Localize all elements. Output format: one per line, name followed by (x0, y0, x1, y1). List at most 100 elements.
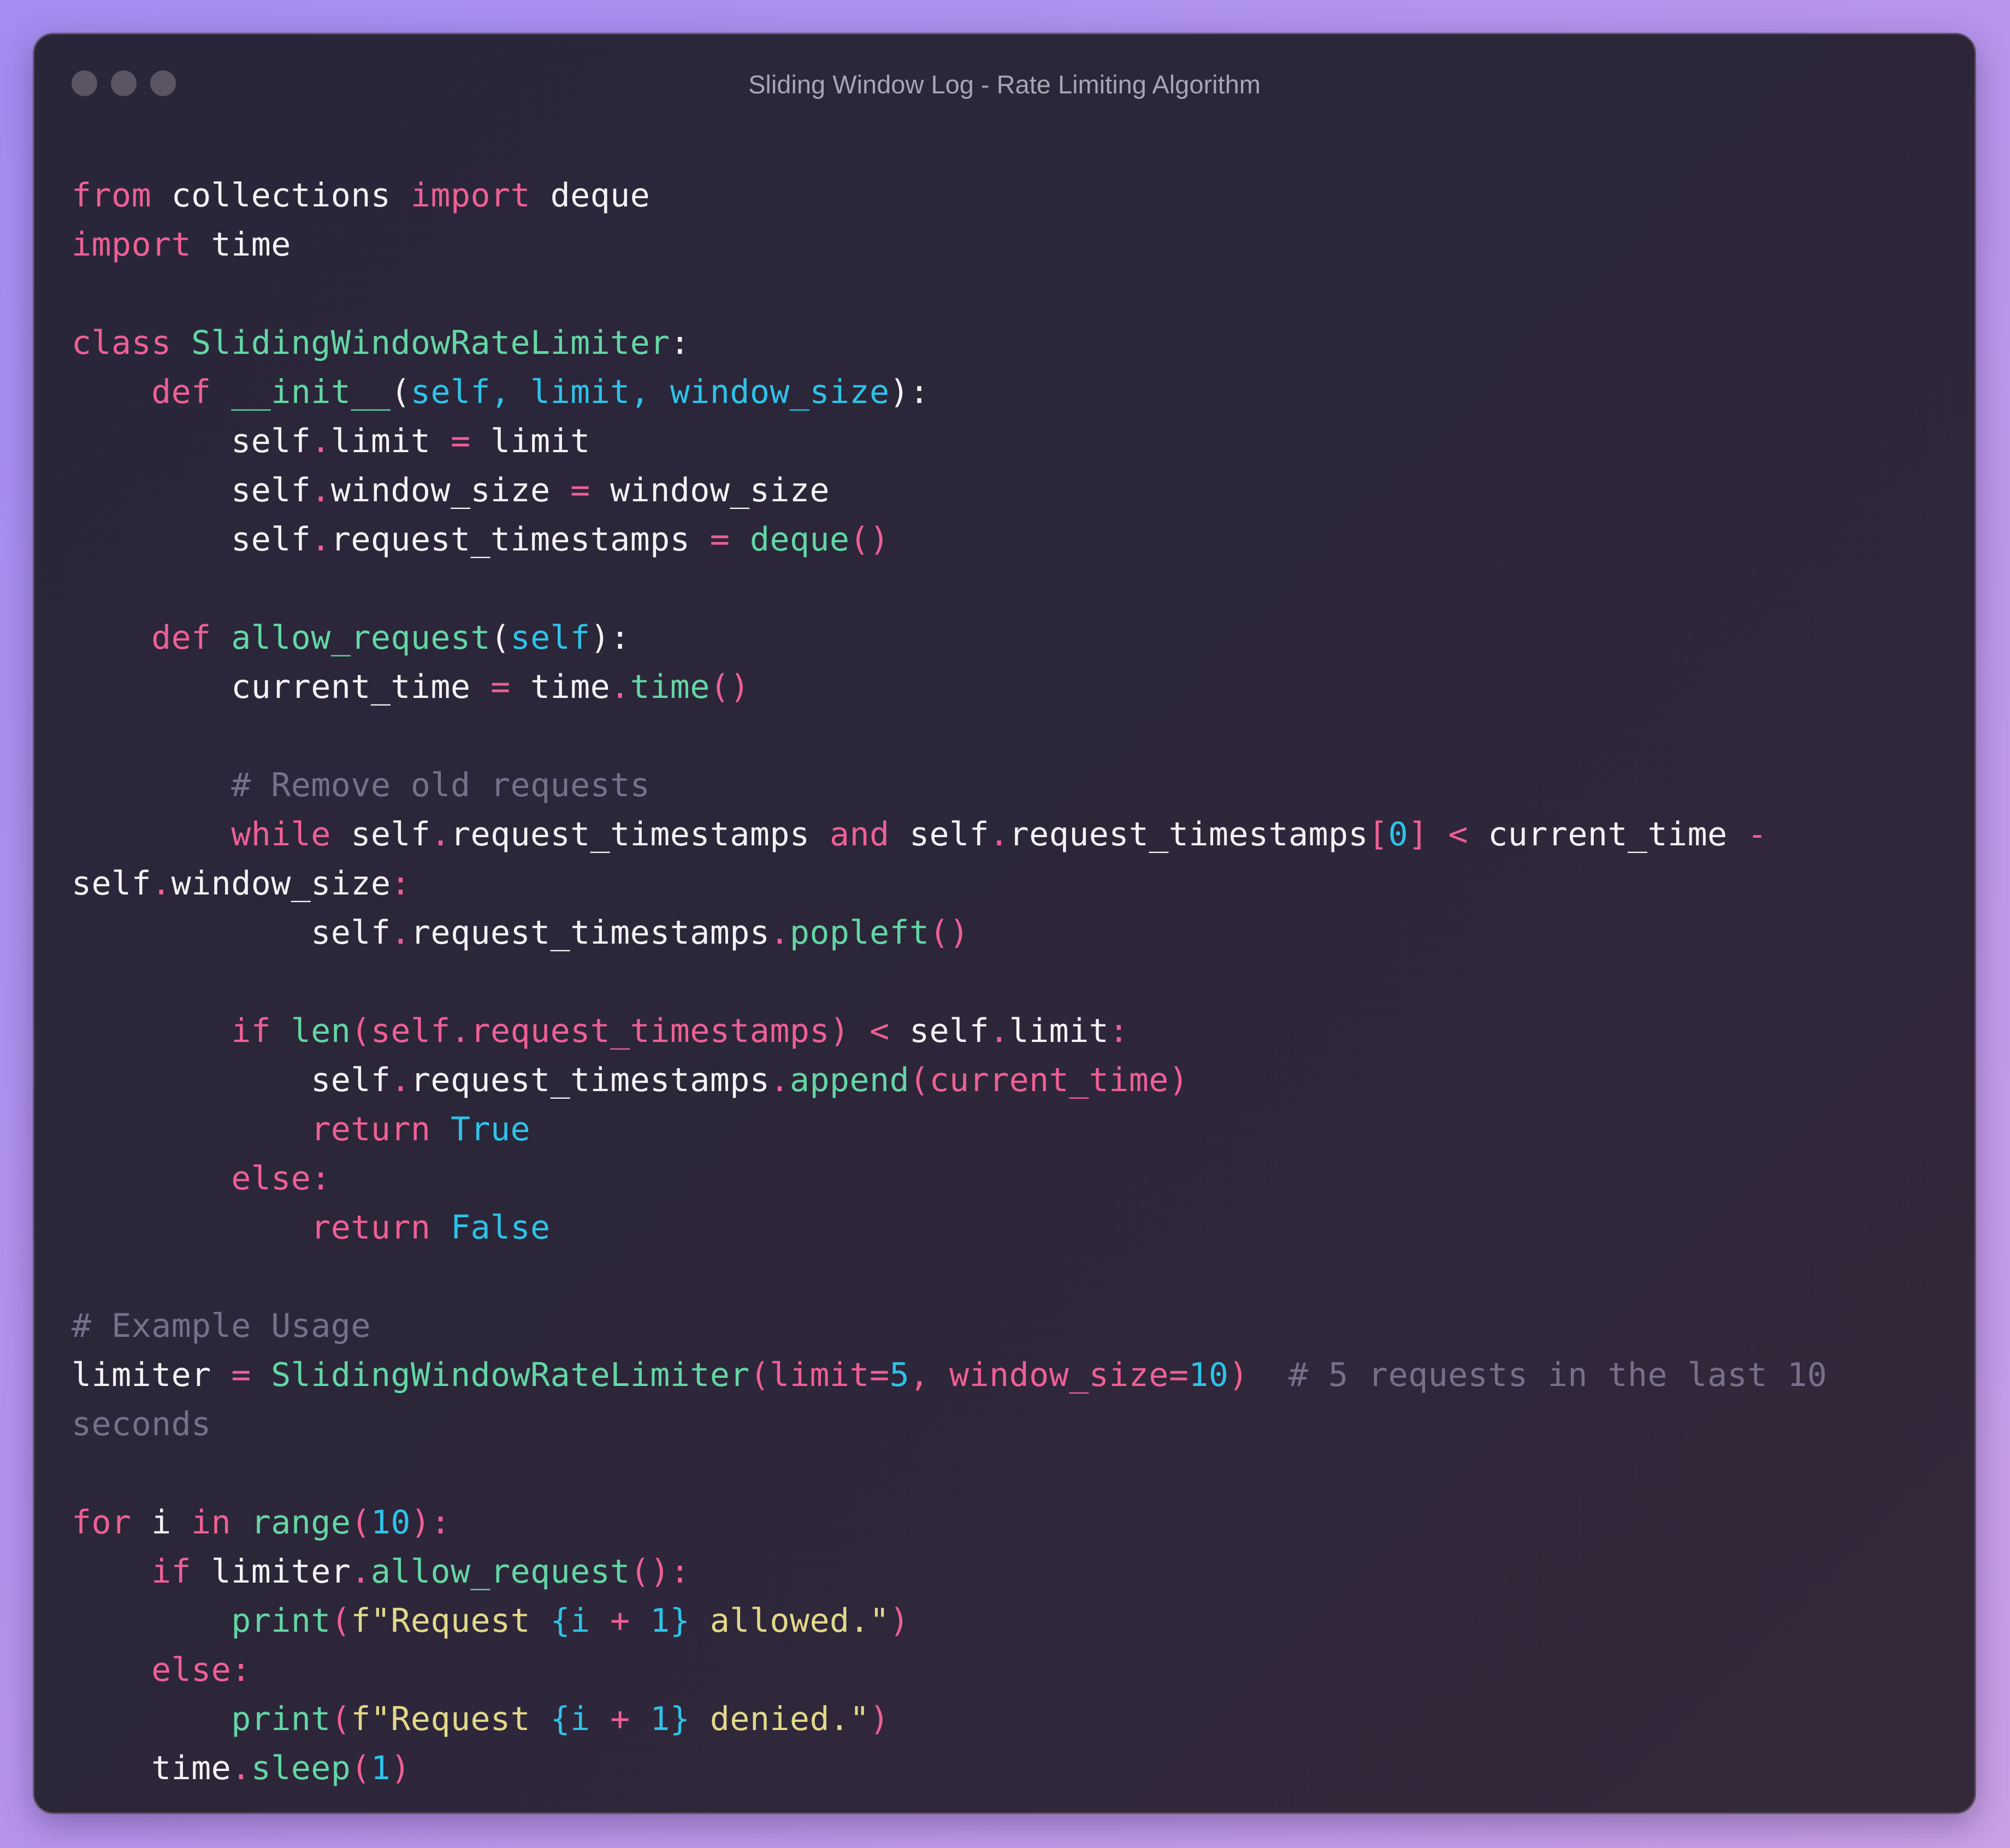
code-line: from collections import deque (72, 171, 1827, 220)
code-token: = (231, 1356, 251, 1394)
code-token: return (311, 1110, 431, 1148)
code-token: ( (351, 1503, 371, 1542)
code-token: . (311, 471, 331, 510)
code-token: . (231, 1749, 251, 1787)
code-token: : (391, 864, 411, 903)
code-line: self.request_timestamps = deque() (72, 515, 1827, 564)
code-token: . (770, 914, 790, 952)
code-token: (self.request_timestamps) (351, 1012, 850, 1050)
code-line: self.request_timestamps.append(current_t… (72, 1056, 1827, 1105)
code-token: - (1747, 815, 1767, 854)
code-token: self (72, 864, 152, 903)
code-token: (current_time) (909, 1061, 1189, 1099)
code-token: : (1109, 1012, 1129, 1050)
code-token: self (889, 1012, 990, 1050)
code-token: request_timestamps (1009, 815, 1369, 854)
code-line: return True (72, 1105, 1827, 1154)
code-token: ( (330, 1602, 351, 1640)
code-token: allow_request (231, 619, 491, 657)
code-token: ): (889, 373, 930, 411)
code-line: self.window_size = window_size (72, 466, 1827, 515)
code-token: def (151, 619, 211, 657)
code-token: if (151, 1553, 192, 1591)
code-token: ( (490, 619, 511, 657)
code-token: . (430, 815, 451, 854)
code-token: i (131, 1503, 192, 1542)
code-token: return (311, 1209, 431, 1247)
code-line: if len(self.request_timestamps) < self.l… (72, 1006, 1827, 1056)
code-block: from collections import deque import time… (72, 171, 1827, 1793)
code-token: , window_size= (909, 1356, 1189, 1394)
code-window: Sliding Window Log - Rate Limiting Algor… (33, 33, 1976, 1814)
code-token: ) (1228, 1356, 1249, 1394)
code-token: 5 (889, 1356, 910, 1394)
code-line: if limiter.allow_request(): (72, 1547, 1827, 1596)
code-line: time.sleep(1) (72, 1744, 1827, 1793)
code-token: current_time (72, 668, 490, 706)
code-token: < (869, 1012, 890, 1050)
code-token: append (789, 1061, 909, 1099)
window-title: Sliding Window Log - Rate Limiting Algor… (748, 70, 1261, 99)
code-token: {i (550, 1700, 611, 1738)
code-token: import (410, 176, 531, 215)
code-token: allowed." (690, 1602, 890, 1640)
code-token: . (311, 520, 331, 559)
code-line: return False (72, 1203, 1827, 1252)
code-token: () (849, 520, 890, 559)
code-token: (limit= (749, 1356, 890, 1394)
code-token: class (72, 324, 172, 362)
code-line: def __init__(self, limit, window_size): (72, 368, 1827, 417)
code-token: True (450, 1110, 531, 1148)
code-token: for (72, 1503, 132, 1542)
code-token: self, limit, window_size (410, 373, 890, 411)
code-token: from (72, 176, 152, 215)
code-token: # Remove old requests (72, 766, 651, 804)
code-token: # 5 requests in the last 10 (1248, 1356, 1828, 1394)
code-token: time (191, 226, 291, 264)
code-token: in (191, 1503, 232, 1542)
code-token: self (889, 815, 990, 854)
code-token: ( (351, 1749, 371, 1787)
code-token: request_timestamps (450, 815, 830, 854)
code-token: [ (1368, 815, 1388, 854)
code-token: and (829, 815, 890, 854)
code-token: . (391, 1061, 411, 1099)
code-token: window_size (590, 471, 830, 510)
code-token: . (989, 815, 1009, 854)
code-token: . (770, 1061, 790, 1099)
code-token: request_timestamps (330, 520, 710, 559)
code-token: 10 (1189, 1356, 1229, 1394)
code-line: # Example Usage (72, 1301, 1827, 1351)
code-line: while self.request_timestamps and self.r… (72, 810, 1827, 859)
code-token: self (510, 619, 590, 657)
code-token: deque (530, 176, 651, 215)
code-token: time (510, 668, 611, 706)
code-token: 10 (370, 1503, 411, 1542)
code-token: self (72, 914, 391, 952)
code-token: . (391, 914, 411, 952)
code-token: range (251, 1503, 351, 1542)
code-line: self.request_timestamps.popleft() (72, 908, 1827, 957)
code-token: if (231, 1012, 271, 1050)
code-token: len (291, 1012, 351, 1050)
code-token: window_size (330, 471, 571, 510)
code-line: else: (72, 1645, 1827, 1695)
code-line: print(f"Request {i + 1} allowed.") (72, 1596, 1827, 1645)
code-token: SlidingWindowRateLimiter (191, 324, 670, 362)
code-line: # Remove old requests (72, 761, 1827, 810)
code-token: print (231, 1700, 331, 1738)
